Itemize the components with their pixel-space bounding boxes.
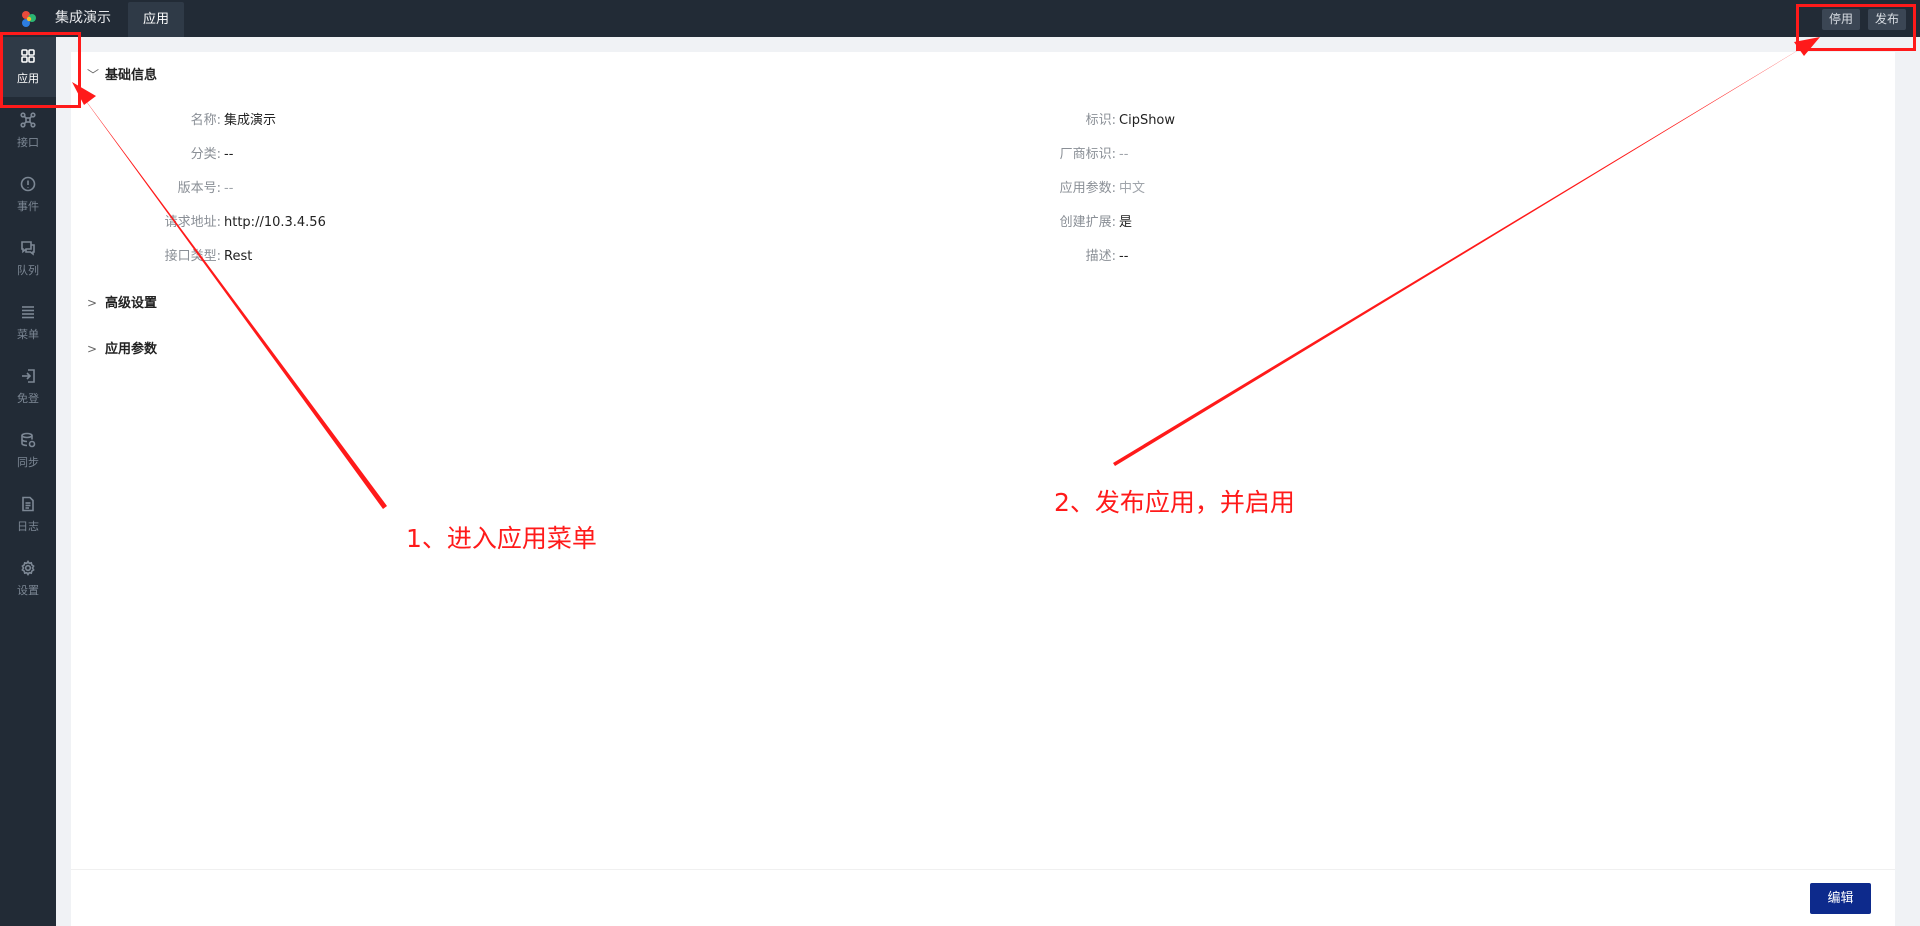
alert-circle-icon (20, 176, 36, 192)
field-label-api-type: 接口类型: (164, 249, 221, 264)
field-value-vendor-id: -- (1119, 147, 1129, 162)
sidebar-item-label: 设置 (17, 584, 39, 597)
chevron-down-icon: ﹀ (87, 68, 100, 82)
database-sync-icon (21, 432, 36, 448)
annotation-step1-text: 1、进入应用菜单 (406, 524, 597, 553)
field-label-request-url: 请求地址: (164, 215, 221, 230)
field-value-version: -- (224, 181, 234, 196)
basic-info-header[interactable]: ﹀ 基础信息 (87, 65, 157, 85)
annotation-box-app-menu (0, 32, 81, 108)
sidebar-item-label: 同步 (17, 456, 39, 469)
top-bar: 集成演示 应用 停用 发布 (0, 0, 1920, 37)
field-value-api-type: Rest (224, 249, 253, 264)
sidebar-item-sso[interactable]: 免登 (0, 357, 56, 417)
field-value-identifier: CipShow (1119, 113, 1176, 128)
field-label-app-params: 应用参数: (1059, 181, 1116, 196)
menu-list-icon (22, 306, 34, 319)
api-nodes-icon (20, 112, 36, 128)
sidebar-item-label: 免登 (17, 392, 39, 405)
field-label-name: 名称: (190, 113, 221, 128)
sidebar-item-sync[interactable]: 同步 (0, 421, 56, 481)
sidebar-item-label: 队列 (17, 264, 39, 277)
app-logo-icon (22, 11, 36, 27)
field-label-description: 描述: (1085, 249, 1116, 264)
login-icon (22, 369, 35, 383)
sidebar-item-label: 日志 (17, 520, 39, 533)
field-value-app-params: 中文 (1119, 181, 1146, 196)
annotation-step2-text: 2、发布应用，并启用 (1054, 488, 1295, 517)
sidebar: 应用 接口 事件 队列 菜单 免登 同步 日志 设置 (0, 37, 56, 926)
content-card: ﹀ 基础信息 名称: 集成演示 分类: -- 版本号: -- 请求地址: http… (71, 52, 1895, 926)
annotation-box-publish (1796, 4, 1916, 51)
message-queue-icon (21, 241, 35, 256)
tab-app[interactable]: 应用 (128, 2, 184, 37)
field-value-request-url: http://10.3.4.56 (224, 215, 326, 230)
field-value-create-extension: 是 (1119, 215, 1133, 230)
field-label-identifier: 标识: (1085, 113, 1116, 128)
scrollbar-track[interactable] (1895, 52, 1920, 926)
file-log-icon (22, 496, 34, 512)
edit-button[interactable]: 编辑 (1810, 883, 1871, 914)
field-value-description: -- (1119, 249, 1129, 264)
advanced-settings-header[interactable]: > 高级设置 (87, 293, 157, 313)
field-value-name: 集成演示 (224, 113, 277, 128)
gear-icon (21, 560, 35, 576)
field-label-version: 版本号: (177, 181, 221, 196)
sidebar-item-api[interactable]: 接口 (0, 101, 56, 161)
field-value-category: -- (224, 147, 234, 162)
field-label-create-extension: 创建扩展: (1059, 215, 1116, 230)
sidebar-item-queue[interactable]: 队列 (0, 229, 56, 289)
sidebar-item-label: 事件 (17, 200, 39, 213)
field-label-vendor-id: 厂商标识: (1059, 147, 1116, 162)
sidebar-item-label: 接口 (17, 136, 39, 149)
sidebar-item-settings[interactable]: 设置 (0, 549, 56, 609)
sidebar-item-menu[interactable]: 菜单 (0, 293, 56, 353)
app-params-header[interactable]: > 应用参数 (87, 339, 157, 359)
chevron-right-icon: > (87, 296, 98, 310)
field-label-category: 分类: (190, 147, 221, 162)
sidebar-item-label: 菜单 (17, 328, 39, 341)
footer-divider (71, 869, 1895, 870)
sidebar-item-event[interactable]: 事件 (0, 165, 56, 225)
sidebar-item-log[interactable]: 日志 (0, 485, 56, 545)
chevron-right-icon: > (87, 342, 98, 356)
